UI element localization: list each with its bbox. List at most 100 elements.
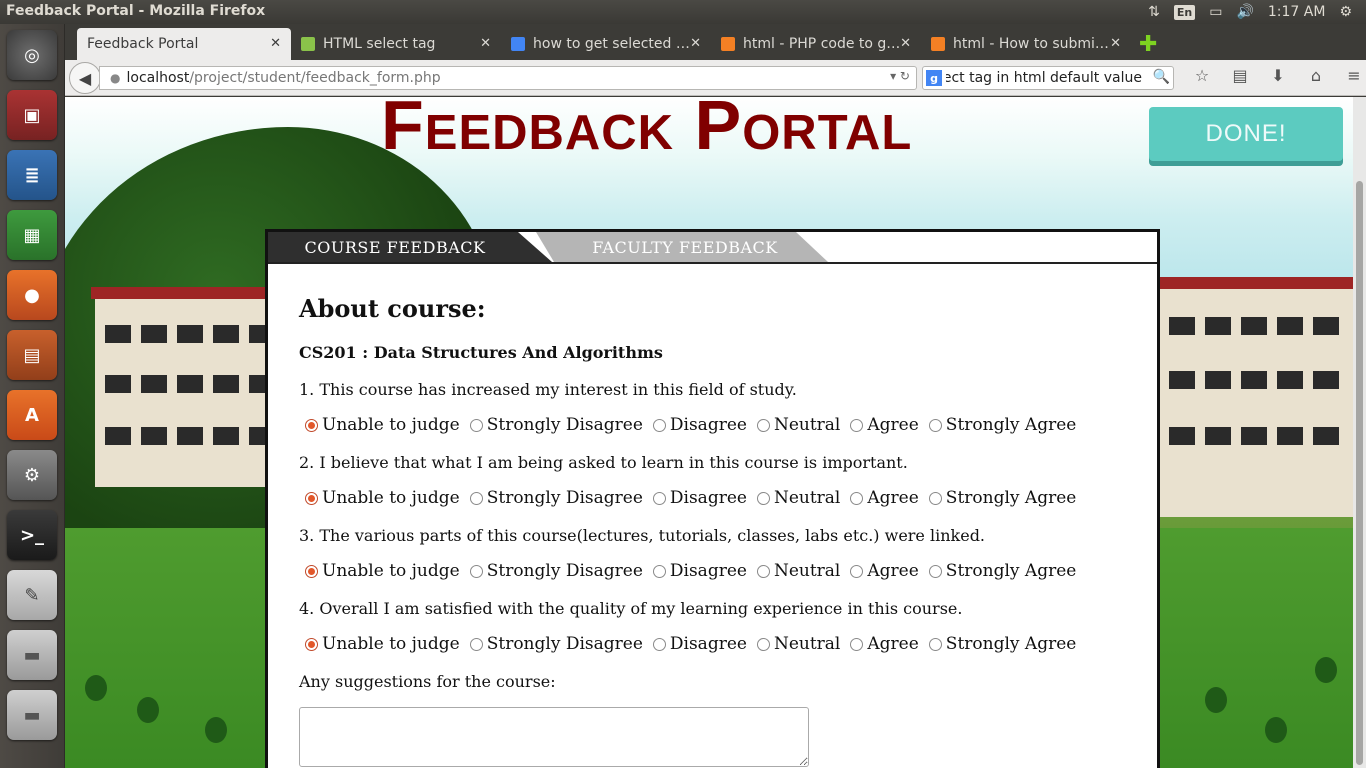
suggestions-textarea[interactable] bbox=[299, 707, 809, 767]
page-scrollbar[interactable] bbox=[1353, 97, 1366, 768]
settings-icon[interactable]: ⚙ bbox=[7, 450, 57, 500]
clock[interactable]: 1:17 AM bbox=[1268, 4, 1326, 20]
rating-option[interactable]: Strongly Disagree bbox=[464, 561, 643, 581]
rating-option[interactable]: Agree bbox=[844, 634, 919, 654]
back-button[interactable]: ◀ bbox=[69, 62, 101, 94]
tab-favicon-icon bbox=[301, 37, 315, 51]
radio-button[interactable] bbox=[756, 564, 770, 578]
tab-stackoverflow-1[interactable]: html - PHP code to g… ✕ bbox=[711, 28, 921, 60]
radio-button[interactable] bbox=[305, 564, 318, 578]
battery-icon[interactable]: ▭ bbox=[1209, 4, 1222, 20]
reading-list-icon[interactable]: ▤ bbox=[1221, 66, 1259, 85]
writer-icon[interactable]: ≣ bbox=[7, 150, 57, 200]
radio-button[interactable] bbox=[652, 491, 666, 505]
rating-option[interactable]: Disagree bbox=[647, 634, 747, 654]
rating-option[interactable]: Disagree bbox=[647, 415, 747, 435]
radio-button[interactable] bbox=[850, 564, 864, 578]
rating-options: Unable to judge Strongly Disagree Disagree… bbox=[299, 561, 1137, 581]
form-body: About course: CS201 : Data Structures An… bbox=[299, 294, 1137, 768]
search-bar[interactable]: g select tag in html default value 🔍 bbox=[922, 66, 1174, 90]
close-icon[interactable]: ✕ bbox=[1110, 36, 1121, 51]
software-center-icon[interactable]: A bbox=[7, 390, 57, 440]
radio-button[interactable] bbox=[756, 491, 770, 505]
rating-option[interactable]: Unable to judge bbox=[299, 561, 460, 581]
rating-option[interactable]: Agree bbox=[844, 561, 919, 581]
google-search-engine-icon[interactable]: g bbox=[926, 70, 942, 86]
radio-button[interactable] bbox=[652, 637, 666, 651]
close-icon[interactable]: ✕ bbox=[900, 36, 911, 51]
rating-option[interactable]: Agree bbox=[844, 415, 919, 435]
radio-button[interactable] bbox=[469, 564, 483, 578]
radio-button[interactable] bbox=[850, 637, 864, 651]
tab-stackoverflow-2[interactable]: html - How to submi… ✕ bbox=[921, 28, 1131, 60]
radio-button[interactable] bbox=[928, 491, 942, 505]
calc-icon[interactable]: ▦ bbox=[7, 210, 57, 260]
radio-button[interactable] bbox=[305, 637, 318, 651]
bookmark-star-icon[interactable]: ☆ bbox=[1183, 66, 1221, 85]
radio-button[interactable] bbox=[850, 418, 864, 432]
radio-button[interactable] bbox=[928, 564, 942, 578]
text-editor-icon[interactable]: ✎ bbox=[7, 570, 57, 620]
rating-option[interactable]: Neutral bbox=[751, 561, 840, 581]
radio-button[interactable] bbox=[928, 418, 942, 432]
menu-icon[interactable]: ≡ bbox=[1335, 66, 1366, 85]
close-icon[interactable]: ✕ bbox=[690, 36, 701, 51]
rating-option[interactable]: Neutral bbox=[751, 634, 840, 654]
rating-option[interactable]: Neutral bbox=[751, 488, 840, 508]
rating-option[interactable]: Unable to judge bbox=[299, 488, 460, 508]
rating-option[interactable]: Disagree bbox=[647, 561, 747, 581]
rating-option[interactable]: Strongly Disagree bbox=[464, 634, 643, 654]
radio-button[interactable] bbox=[305, 418, 318, 432]
drive-icon-2[interactable]: ▬ bbox=[7, 690, 57, 740]
rating-option[interactable]: Neutral bbox=[751, 415, 840, 435]
radio-button[interactable] bbox=[469, 418, 483, 432]
rating-option[interactable]: Unable to judge bbox=[299, 634, 460, 654]
network-icon[interactable]: ⇅ bbox=[1148, 4, 1160, 20]
gear-icon[interactable]: ⚙ bbox=[1339, 4, 1352, 20]
impress-icon[interactable]: ▤ bbox=[7, 330, 57, 380]
rating-option[interactable]: Strongly Disagree bbox=[464, 488, 643, 508]
terminal-icon[interactable]: >_ bbox=[7, 510, 57, 560]
radio-button[interactable] bbox=[652, 564, 666, 578]
firefox-icon[interactable]: ● bbox=[7, 270, 57, 320]
radio-button[interactable] bbox=[469, 637, 483, 651]
radio-button[interactable] bbox=[756, 637, 770, 651]
radio-button[interactable] bbox=[305, 491, 318, 505]
tab-feedback-portal[interactable]: Feedback Portal ✕ bbox=[77, 28, 291, 60]
radio-button[interactable] bbox=[850, 491, 864, 505]
radio-button[interactable] bbox=[756, 418, 770, 432]
tab-html-select[interactable]: HTML select tag ✕ bbox=[291, 28, 501, 60]
reload-icon[interactable]: ▾ ↻ bbox=[890, 69, 910, 83]
rating-option[interactable]: Strongly Disagree bbox=[464, 415, 643, 435]
drive-icon[interactable]: ▬ bbox=[7, 630, 57, 680]
rating-option[interactable]: Agree bbox=[844, 488, 919, 508]
downloads-icon[interactable]: ⬇ bbox=[1259, 66, 1297, 85]
scrollbar-thumb[interactable] bbox=[1356, 181, 1363, 765]
files-icon[interactable]: ▣ bbox=[7, 90, 57, 140]
keyboard-layout-indicator[interactable]: En bbox=[1173, 4, 1196, 20]
close-icon[interactable]: ✕ bbox=[480, 36, 491, 51]
rating-option[interactable]: Unable to judge bbox=[299, 415, 460, 435]
radio-button[interactable] bbox=[928, 637, 942, 651]
done-button[interactable]: DONE! bbox=[1149, 107, 1343, 161]
volume-icon[interactable]: 🔊 bbox=[1236, 4, 1253, 20]
rating-option[interactable]: Disagree bbox=[647, 488, 747, 508]
search-input[interactable]: select tag in html default value bbox=[946, 70, 1142, 86]
new-tab-icon[interactable]: ✚ bbox=[1139, 32, 1157, 57]
close-icon[interactable]: ✕ bbox=[270, 36, 281, 51]
rating-option[interactable]: Strongly Agree bbox=[923, 415, 1076, 435]
tab-label: html - PHP code to g… bbox=[743, 36, 901, 52]
dash-home-icon[interactable]: ◎ bbox=[7, 30, 57, 80]
home-icon[interactable]: ⌂ bbox=[1297, 66, 1335, 85]
rating-option[interactable]: Strongly Agree bbox=[923, 634, 1076, 654]
tab-google-search[interactable]: how to get selected … ✕ bbox=[501, 28, 711, 60]
rating-option-label: Unable to judge bbox=[322, 415, 460, 435]
radio-button[interactable] bbox=[469, 491, 483, 505]
tab-course-feedback[interactable]: COURSE FEEDBACK bbox=[268, 232, 552, 262]
search-icon[interactable]: 🔍 bbox=[1153, 69, 1170, 85]
tab-faculty-feedback[interactable]: FACULTY FEEDBACK bbox=[536, 232, 828, 262]
rating-option[interactable]: Strongly Agree bbox=[923, 488, 1076, 508]
rating-option[interactable]: Strongly Agree bbox=[923, 561, 1076, 581]
url-bar[interactable]: ● localhost/project/student/feedback_for… bbox=[99, 66, 917, 90]
radio-button[interactable] bbox=[652, 418, 666, 432]
